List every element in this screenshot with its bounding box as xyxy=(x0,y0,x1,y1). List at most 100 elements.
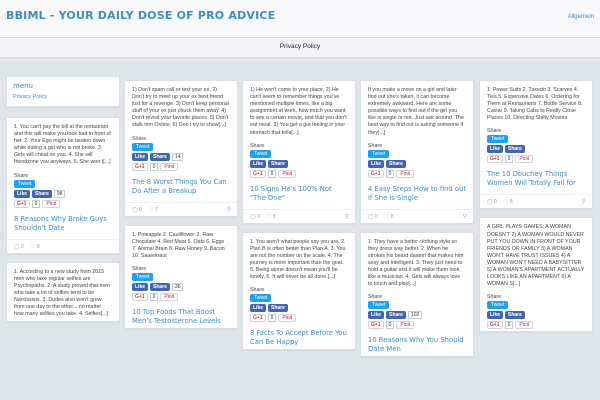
heart-stat: ♡ 8 xyxy=(267,213,276,220)
share-button[interactable]: Share xyxy=(386,159,406,168)
like-button[interactable]: Like xyxy=(14,189,31,198)
tweet-button[interactable]: Tweet xyxy=(487,135,509,144)
tweet-button[interactable]: Tweet xyxy=(14,179,36,188)
like-button[interactable]: Like xyxy=(368,159,385,168)
pin-button[interactable]: Pinit xyxy=(160,292,179,301)
post-title[interactable]: The 8 Worst Things You Can Do After a Br… xyxy=(125,173,237,198)
share-block: Share Tweet Like Share 98 G+1 0 Pinit xyxy=(7,170,119,208)
share-label: Share xyxy=(14,172,29,179)
menu-item-privacy-policy[interactable]: Privacy Policy xyxy=(7,92,119,106)
share-button[interactable]: Share xyxy=(32,189,52,198)
post-excerpt: 1. Power Suits 2. Tuxedo 3. Scarves 4. T… xyxy=(487,87,583,122)
heart-icon: ♡ xyxy=(504,199,509,206)
post-excerpt: A GIRL PLAYS GAMES; A WOMAN DOESN'T 2) A… xyxy=(487,224,585,288)
pin-button[interactable]: Pinit xyxy=(42,199,61,208)
post-excerpt: 1. You can't pay the bill at the restaur… xyxy=(14,124,111,166)
column-1: menu Privacy Policy 1. You can't pay the… xyxy=(6,76,120,330)
comment-icon: ◯ xyxy=(368,213,374,220)
pin-button[interactable]: Pinit xyxy=(396,321,415,330)
comment-icon: ◯ xyxy=(250,213,256,220)
post-card[interactable]: 1) Don't spam call or text your ex. 2) D… xyxy=(124,80,238,217)
post-title[interactable]: 10 Top Foods That Boost Men's Testostero… xyxy=(125,303,237,328)
pin-button[interactable]: Pinit xyxy=(515,321,534,330)
pin-button[interactable]: Pinit xyxy=(278,314,297,323)
like-button[interactable]: Like xyxy=(487,145,504,154)
post-card[interactable]: 1. They have a better clothing style so … xyxy=(360,231,474,358)
share-button[interactable]: Share xyxy=(268,304,288,313)
like-button[interactable]: Like xyxy=(132,282,149,291)
gplus-count: 0 xyxy=(31,199,41,208)
tweet-button[interactable]: Tweet xyxy=(250,149,272,158)
post-title[interactable]: 4 Easy Steps How to find out if She is S… xyxy=(361,180,473,205)
link-icon[interactable]: ⚲ xyxy=(463,213,467,220)
like-button[interactable]: Like xyxy=(368,311,385,320)
post-card[interactable]: 1) He won't come to your place. 2) He ca… xyxy=(242,80,356,224)
comment-stat: ◯ 0 xyxy=(250,213,260,220)
gplus-button[interactable]: G+1 xyxy=(250,169,266,178)
share-button[interactable]: Share xyxy=(386,311,406,320)
gplus-count: 0 xyxy=(149,292,159,301)
gplus-count: 0 xyxy=(504,155,514,164)
gplus-button[interactable]: G+1 xyxy=(14,199,30,208)
post-title[interactable]: 8 Facts To Accept Before You Can Be Happ… xyxy=(243,324,355,349)
post-excerpt: 1. Pineapple 2. Cauliflower 3. Raw Choco… xyxy=(132,231,225,259)
post-excerpt: 1. They have a better clothing style so … xyxy=(368,238,464,288)
share-button[interactable]: Share xyxy=(268,159,288,168)
gplus-button[interactable]: G+1 xyxy=(487,321,503,330)
post-title[interactable]: 10 Reasons Why You Should Date Men xyxy=(361,331,473,356)
gplus-button[interactable]: G+1 xyxy=(132,162,148,171)
post-footer: ◯ 0 ♡ 8 ⚲ xyxy=(361,208,473,223)
pin-button[interactable]: Pinit xyxy=(160,162,179,171)
menu-title: menu xyxy=(13,82,33,90)
tweet-button[interactable]: Tweet xyxy=(132,142,154,151)
post-card[interactable]: A GIRL PLAYS GAMES; A WOMAN DOESN'T 2) A… xyxy=(479,217,593,333)
site-title[interactable]: BBIML - YOUR DAILY DOSE OF PRO ADVICE xyxy=(6,9,275,22)
post-card[interactable]: 1. Power Suits 2. Tuxedo 3. Scarves 4. T… xyxy=(479,80,593,210)
post-card[interactable]: 1. Pineapple 2. Cauliflower 3. Raw Choco… xyxy=(124,224,238,329)
link-icon[interactable]: ⚲ xyxy=(227,206,231,213)
share-block: Share Tweet Like Share G+1 0 Pinit xyxy=(243,140,355,178)
pin-button[interactable]: Pinit xyxy=(515,155,534,164)
gplus-button[interactable]: G+1 xyxy=(487,155,503,164)
post-card[interactable]: 1. You aren't what people say you are. 2… xyxy=(242,231,356,351)
nav-bar: Privacy Policy xyxy=(0,38,600,58)
gplus-button[interactable]: G+1 xyxy=(132,292,148,301)
post-card[interactable]: If you make a move on a girl and later f… xyxy=(360,80,474,224)
post-title[interactable]: 10 Signs He's 100% Not "The One" xyxy=(243,180,355,205)
tweet-button[interactable]: Tweet xyxy=(250,294,272,303)
pin-button[interactable]: Pinit xyxy=(278,169,297,178)
tweet-button[interactable]: Tweet xyxy=(132,272,154,281)
gplus-button[interactable]: G+1 xyxy=(368,321,384,330)
post-title[interactable]: The 10 Douchey Things Women Will Totally… xyxy=(480,165,592,190)
like-button[interactable]: Like xyxy=(250,304,267,313)
post-title[interactable]: 8 Reasons Why Broke Guys Shouldn't Date xyxy=(7,210,119,235)
tweet-button[interactable]: Tweet xyxy=(368,301,390,310)
share-block: Share Tweet Like Share 36 G+1 0 Pinit xyxy=(125,263,237,301)
gplus-button[interactable]: G+1 xyxy=(250,314,266,323)
pin-button[interactable]: Pinit xyxy=(396,169,415,178)
like-button[interactable]: Like xyxy=(132,152,149,161)
share-button[interactable]: Share xyxy=(150,152,170,161)
share-label: Share xyxy=(368,142,383,149)
gplus-count: 0 xyxy=(149,162,159,171)
nav-privacy-policy[interactable]: Privacy Policy xyxy=(0,43,600,50)
share-button[interactable]: Share xyxy=(150,282,170,291)
post-card[interactable]: 1. According to a new study from 2015 me… xyxy=(6,261,120,323)
share-button[interactable]: Share xyxy=(505,145,525,154)
like-button[interactable]: Like xyxy=(487,311,504,320)
gplus-count: 0 xyxy=(504,321,514,330)
like-button[interactable]: Like xyxy=(250,159,267,168)
gplus-button[interactable]: G+1 xyxy=(368,169,384,178)
comment-icon: ◯ xyxy=(487,199,493,206)
share-label: Share xyxy=(487,128,502,135)
tweet-button[interactable]: Tweet xyxy=(487,301,509,310)
tweet-button[interactable]: Tweet xyxy=(368,149,390,158)
post-card[interactable]: 1. You can't pay the bill at the restaur… xyxy=(6,117,120,254)
link-icon[interactable]: ⚲ xyxy=(582,198,586,205)
like-count: 98 xyxy=(53,189,66,198)
post-footer: ◯ 0 ♡ 6 ⚲ xyxy=(480,194,592,208)
link-icon[interactable]: ⚲ xyxy=(345,213,349,220)
column-4: If you make a move on a girl and later f… xyxy=(360,80,474,365)
category-link[interactable]: Allgemein xyxy=(568,14,594,20)
share-button[interactable]: Share xyxy=(505,311,525,320)
